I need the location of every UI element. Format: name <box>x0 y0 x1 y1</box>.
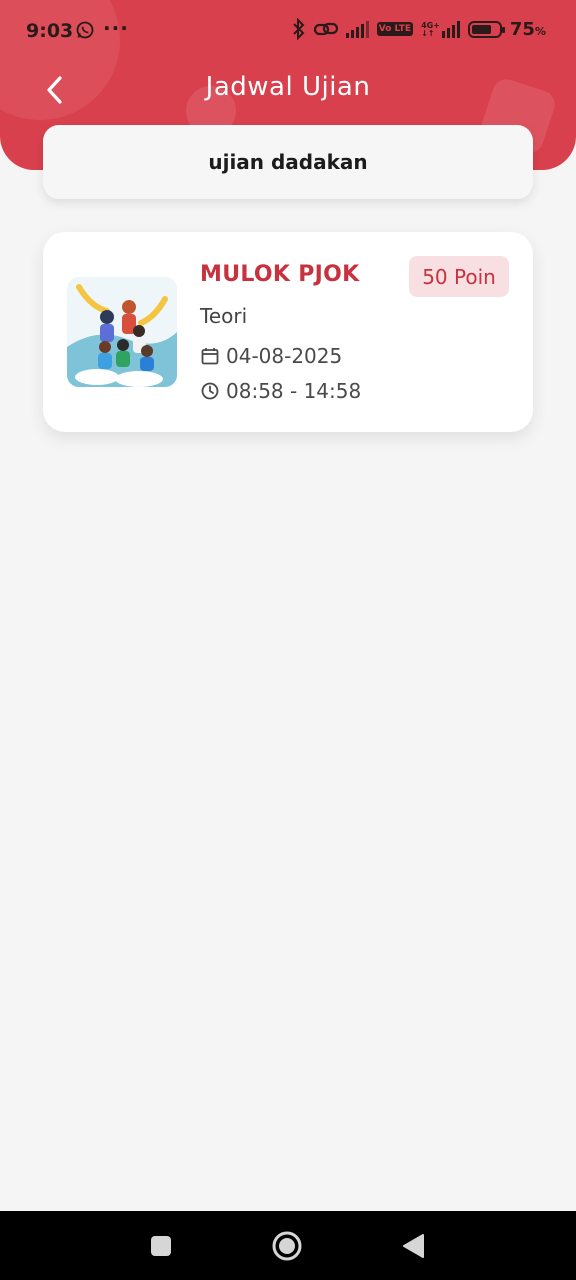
search-input[interactable]: ujian dadakan <box>43 125 533 199</box>
whatsapp-icon <box>76 21 94 39</box>
exam-date: 04-08-2025 <box>226 344 343 368</box>
page-title: Jadwal Ujian <box>205 72 371 102</box>
exam-time-row: 08:58 - 14:58 <box>200 379 361 403</box>
exam-date-row: 04-08-2025 <box>200 344 342 368</box>
screen: 9:03 ··· Vo LTE 4G+ ↓↑ 75% Jadwal Ujian … <box>0 0 576 1280</box>
calendar-icon <box>201 348 219 365</box>
points-badge: 50 Poin <box>409 256 509 297</box>
nav-back-button[interactable] <box>398 1231 428 1261</box>
exam-title: MULOK PJOK <box>200 262 360 287</box>
clock-icon <box>201 382 219 400</box>
battery-icon <box>467 20 505 38</box>
recents-button[interactable] <box>146 1231 176 1261</box>
recents-square-icon <box>151 1236 171 1256</box>
status-time: 9:03 <box>26 20 74 42</box>
exam-card[interactable]: MULOK PJOK 50 Poin Teori 04-08-2025 08:5… <box>43 232 533 432</box>
system-nav-bar <box>0 1211 576 1280</box>
volte-icon: Vo LTE <box>376 22 414 36</box>
more-notifications-icon: ··· <box>103 16 129 40</box>
exam-type: Teori <box>200 304 248 328</box>
status-bar: 9:03 ··· Vo LTE 4G+ ↓↑ 75% <box>0 0 576 62</box>
exam-thumbnail <box>67 277 177 387</box>
home-circle-icon <box>272 1231 302 1261</box>
status-icons: Vo LTE 4G+ ↓↑ 75% <box>292 18 546 40</box>
bluetooth-icon <box>293 18 305 40</box>
home-button[interactable] <box>272 1231 302 1261</box>
sports-illustration <box>67 277 177 387</box>
battery-percent: 75% <box>509 18 546 40</box>
4g-signal-icon: 4G+ ↓↑ <box>421 20 460 38</box>
back-triangle-icon <box>403 1234 424 1258</box>
search-input-value: ujian dadakan <box>208 150 368 174</box>
exam-time: 08:58 - 14:58 <box>226 379 362 403</box>
signal-icon <box>345 20 369 38</box>
link-icon <box>313 22 338 36</box>
